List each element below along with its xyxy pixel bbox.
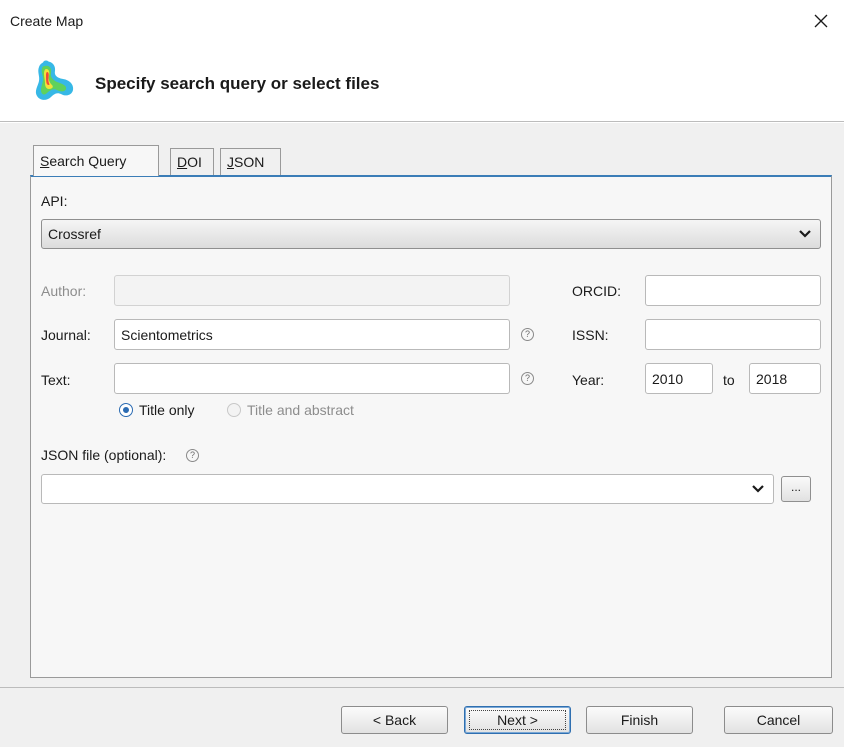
title-only-label[interactable]: Title only [139,402,195,418]
json-help-icon[interactable]: ? [186,449,199,462]
issn-input[interactable] [645,319,821,350]
journal-input[interactable]: Scientometrics [114,319,510,350]
page-heading: Specify search query or select files [95,74,380,93]
orcid-label: ORCID: [572,283,621,299]
year-to-input[interactable]: 2018 [749,363,821,394]
title-only-radio[interactable] [119,403,133,417]
tab-mnemonic: D [177,154,188,170]
author-label: Author: [41,283,87,299]
wizard-footer: < Back Next > Finish Cancel [0,687,844,747]
finish-button[interactable]: Finish [586,706,693,734]
chevron-down-icon [752,485,764,493]
tab-search-query[interactable]: Search Query [33,145,159,176]
year-from-input[interactable]: 2010 [645,363,713,394]
journal-label: Journal: [41,327,91,343]
back-label: < Back [372,712,417,728]
issn-label: ISSN: [572,327,609,343]
back-button[interactable]: < Back [341,706,448,734]
tab-mnemonic: J [227,154,234,170]
title-abstract-radio[interactable] [227,403,241,417]
json-file-label: JSON file (optional): [41,447,167,463]
search-query-panel: API: Crossref Author: ORCID: Journal: Sc… [30,175,832,678]
text-help-icon[interactable]: ? [521,372,534,385]
orcid-input[interactable] [645,275,821,306]
tab-label: OI [187,154,202,170]
title-bar: Create Map [0,0,844,44]
finish-label: Finish [620,712,659,728]
tab-json[interactable]: JSON [220,148,281,175]
author-input[interactable] [114,275,510,306]
api-label: API: [41,193,68,209]
text-label: Text: [41,372,71,388]
next-button[interactable]: Next > [464,706,571,734]
close-icon[interactable] [810,10,832,32]
tab-label: earch Query [49,153,127,169]
tab-mnemonic: S [40,153,50,169]
map-logo-icon [35,60,74,100]
text-input[interactable] [114,363,510,394]
tab-label: SON [234,154,265,170]
year-label: Year: [572,372,605,388]
cancel-button[interactable]: Cancel [724,706,833,734]
cancel-label: Cancel [756,712,801,728]
json-file-select[interactable] [41,474,774,504]
api-select-value: Crossref [48,226,101,242]
api-select[interactable]: Crossref [41,219,821,249]
browse-button[interactable]: ... [781,476,811,502]
chevron-down-icon [799,230,811,238]
title-abstract-label: Title and abstract [247,402,354,418]
year-to-label: to [723,372,735,388]
tab-doi[interactable]: DOI [170,148,214,175]
wizard-header: Specify search query or select files [0,44,844,122]
journal-help-icon[interactable]: ? [521,328,534,341]
next-label: Next > [497,712,538,728]
wizard-body: Search Query DOI JSON API: Crossref Auth… [0,123,844,687]
window-title: Create Map [10,13,84,29]
